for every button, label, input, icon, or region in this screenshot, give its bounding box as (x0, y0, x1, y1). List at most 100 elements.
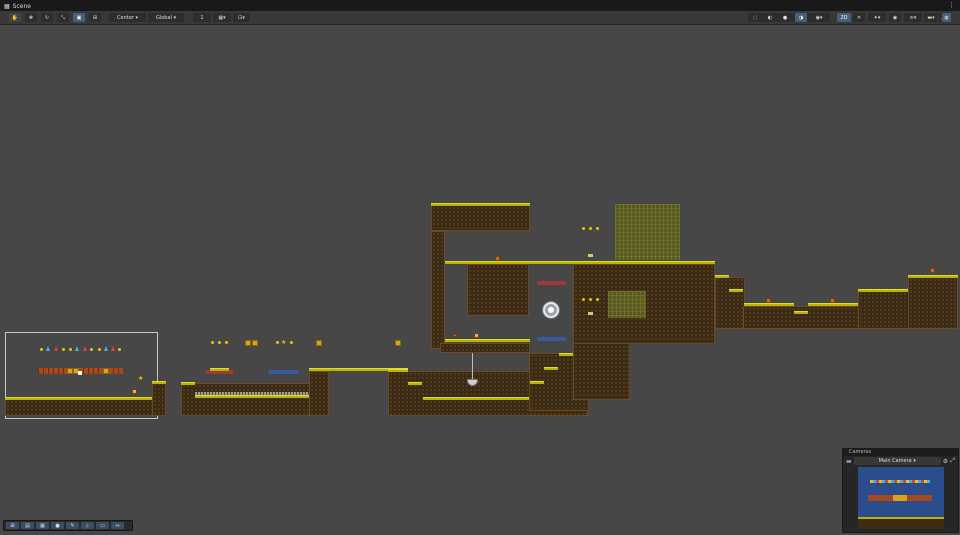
stair-grass (544, 367, 558, 370)
grid-size-value: 1 (200, 14, 204, 21)
camera-preview (858, 467, 944, 529)
search-icon[interactable]: ◍ (942, 13, 951, 22)
pivot-dropdown-label: Center (117, 14, 134, 21)
coin (290, 341, 293, 344)
ground-grass (195, 395, 309, 398)
upper-grass (431, 203, 530, 206)
cameras-overlay: Cameras ▬ Main Camera ▾ ⚙ ⤢ (842, 448, 959, 533)
gem-icon (83, 346, 87, 351)
preview-dirt (858, 519, 944, 529)
grid-icon[interactable]: ▦▾ (213, 13, 231, 22)
stair-grass (530, 381, 544, 384)
orientation-icon[interactable]: ◌ (750, 13, 760, 22)
snap-icon[interactable]: ⊡▾ (233, 13, 250, 22)
ground-grass (408, 382, 422, 385)
ground-grass (181, 382, 195, 385)
scene-tab[interactable]: ▦ Scene (4, 2, 31, 10)
coin (596, 298, 599, 301)
crate (495, 256, 500, 261)
rect-tool-icon[interactable]: ▣ (73, 13, 85, 22)
pivot-dropdown[interactable]: Center ▾ (109, 13, 146, 22)
effects-icon[interactable]: ✦▾ (868, 13, 886, 22)
stair-grass (559, 353, 573, 356)
pit-grass (794, 311, 808, 314)
crate (930, 268, 935, 273)
crate (830, 298, 835, 303)
search-icon[interactable]: ⌕ (81, 522, 94, 529)
space-dropdown[interactable]: Global ▾ (148, 13, 184, 22)
gem-icon (104, 346, 108, 351)
move-tool-icon[interactable]: ✥ (25, 13, 37, 22)
ground-grass (908, 275, 958, 278)
ground-grass (423, 397, 529, 400)
scene-window-titlebar: ▦ Scene ⋮ (0, 0, 960, 11)
more-options-icon[interactable]: ⋮ (948, 1, 955, 9)
coin (582, 227, 585, 230)
ground-dirt (5, 399, 155, 416)
transform-tool-icon[interactable]: ⊞ (89, 13, 101, 22)
rotate-tool-icon[interactable]: ↻ (41, 13, 53, 22)
2d-mode-label: 2D (840, 14, 848, 21)
box-fill-icon[interactable]: ▦ (36, 522, 49, 529)
question-block (103, 368, 109, 374)
eraser-icon[interactable]: ✎ (66, 522, 79, 529)
2d-mode-toggle[interactable]: 2D (837, 13, 851, 22)
coin (225, 341, 228, 344)
scene-viewport[interactable]: ★ ★ (0, 25, 960, 535)
hand-tool-icon[interactable]: ✋ (9, 13, 21, 22)
camera-icon: ▬ (846, 457, 852, 465)
shaded-icon[interactable]: ● (780, 13, 790, 22)
crate (766, 298, 771, 303)
scene-tab-icon: ▦ (4, 2, 10, 10)
ground-grass (744, 303, 794, 306)
paint-icon[interactable]: ▤ (21, 522, 34, 529)
audio-toggle-icon[interactable]: ✕ (853, 13, 865, 22)
coin (69, 348, 72, 351)
chat-icon[interactable]: ▭ (96, 522, 109, 529)
chest (132, 389, 137, 394)
gem-icon (111, 346, 115, 351)
camera-select-dropdown[interactable]: Main Camera ▾ (853, 457, 941, 465)
space-dropdown-label: Global (155, 14, 172, 21)
eye-icon[interactable]: ◉ (889, 13, 901, 22)
scale-tool-icon[interactable]: ⤡ (57, 13, 69, 22)
hanging-dirt (467, 264, 529, 316)
question-block (395, 340, 401, 346)
coin (90, 348, 93, 351)
coin (589, 227, 592, 230)
coin (596, 227, 599, 230)
coin (276, 341, 279, 344)
ground-grass (152, 381, 166, 384)
expand-icon[interactable]: ⇔ (111, 522, 124, 529)
gem-icon (46, 346, 50, 351)
lower-shelf-dirt (440, 343, 530, 353)
chest (474, 333, 479, 338)
layers-icon[interactable]: ≋▾ (904, 13, 922, 22)
lighting-icon[interactable]: ◑ (795, 13, 807, 22)
coin (211, 341, 214, 344)
moving-platform-blue (268, 370, 299, 374)
expand-icon[interactable]: ⤢ (950, 457, 955, 465)
saw-blade-icon (543, 302, 559, 318)
moving-platform-red (537, 281, 566, 285)
stair-dirt (715, 277, 745, 329)
cameras-title: Cameras (843, 449, 958, 456)
draw-mode-icon[interactable]: ◉▾ (810, 13, 828, 22)
stair-grass (729, 289, 743, 292)
coin (98, 348, 101, 351)
picker-icon[interactable]: ● (51, 522, 64, 529)
tile-palette-icon[interactable]: ⊞ (6, 522, 19, 529)
crate (453, 334, 457, 337)
stair-grass (715, 275, 729, 278)
question-block (245, 340, 251, 346)
chevron-down-icon: ▾ (133, 14, 138, 21)
camera-icon[interactable]: ▬▾ (924, 13, 938, 22)
chevron-down-icon: ▾ (171, 14, 177, 21)
coin (582, 298, 585, 301)
coin (118, 348, 121, 351)
grid-size-field[interactable]: 1 (193, 13, 211, 22)
gem-icon (54, 346, 58, 351)
wireframe-icon[interactable]: ◐ (765, 13, 775, 22)
ground-dirt (908, 277, 958, 329)
settings-icon[interactable]: ⚙ (943, 458, 948, 465)
